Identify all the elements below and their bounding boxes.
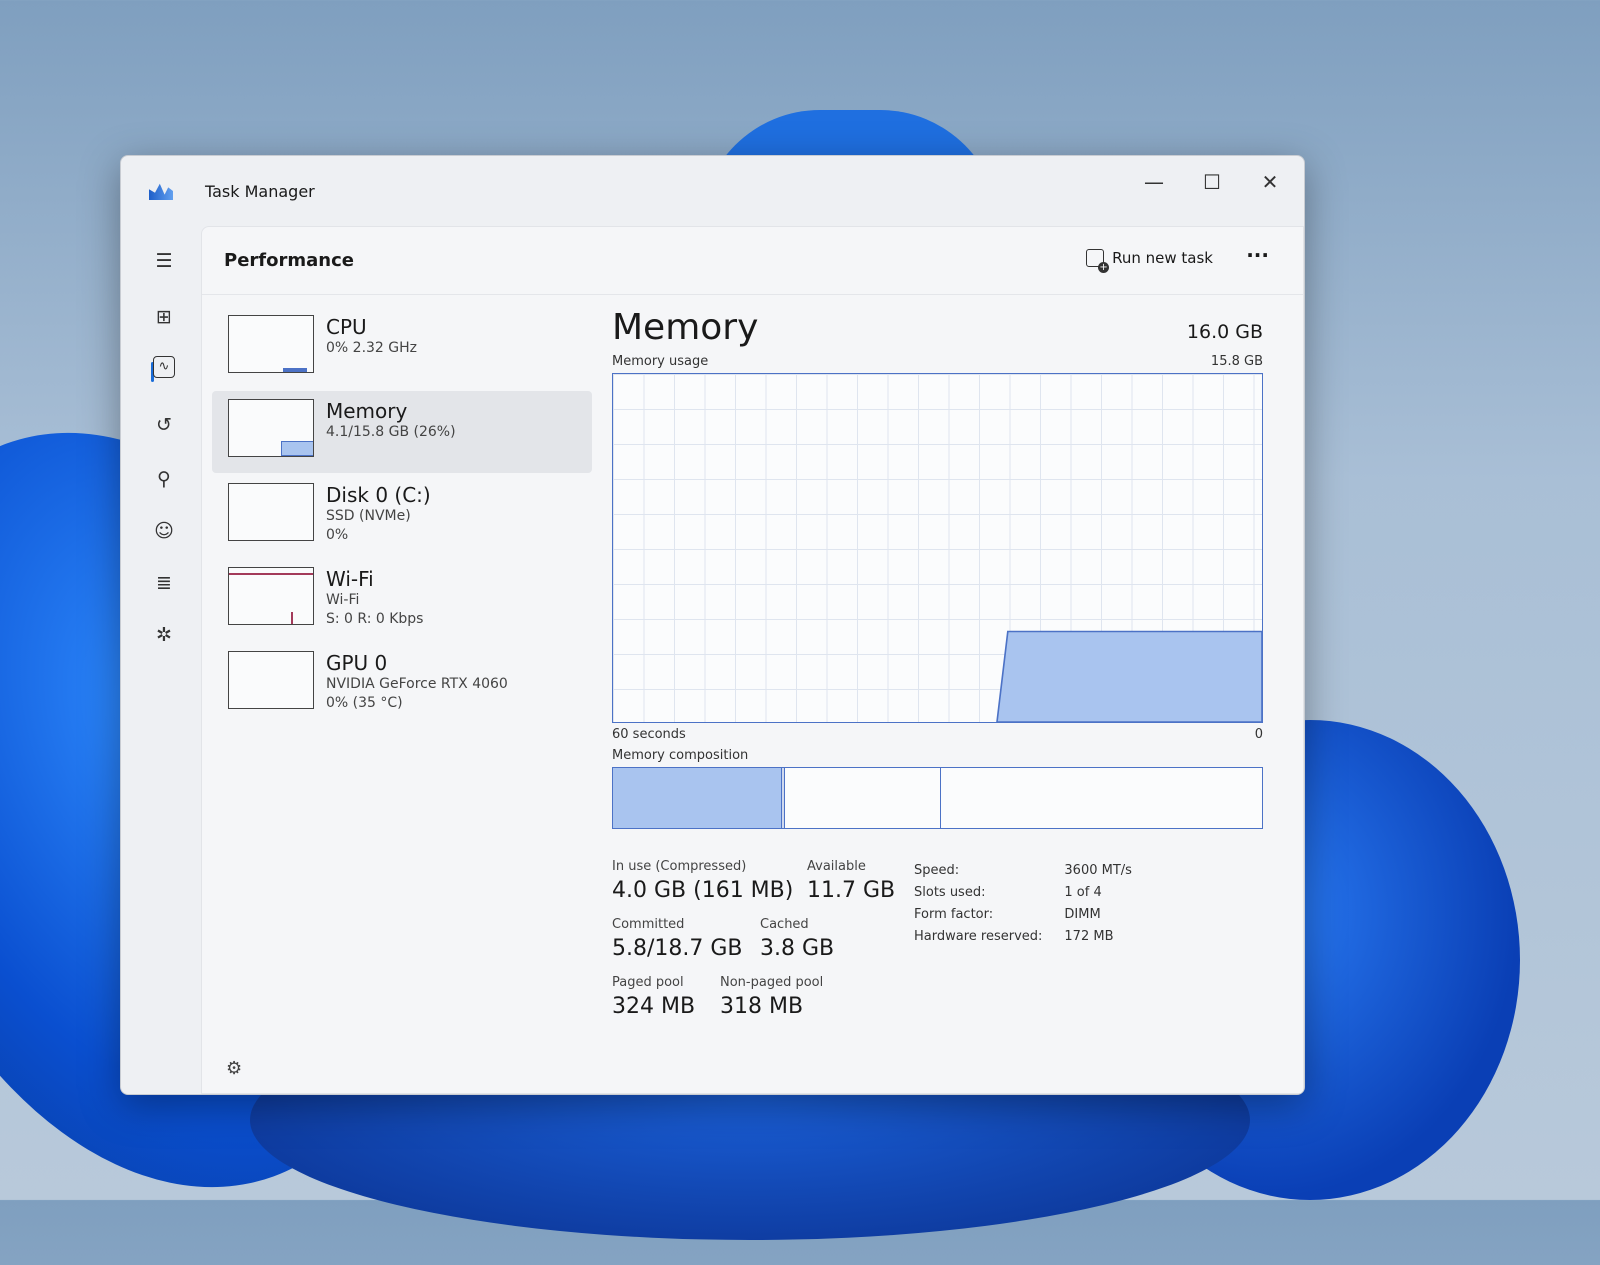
run-new-task-button[interactable]: Run new task [1086, 249, 1213, 273]
speed-label: Speed: [914, 863, 960, 878]
hardware-reserved-value: 172 MB [1064, 929, 1114, 944]
cached-value: 3.8 GB [760, 936, 835, 961]
device-list: CPU 0% 2.32 GHz Memory 4.1/15.8 GB (26%) D… [212, 307, 592, 727]
committed-value: 5.8/18.7 GB [612, 936, 743, 961]
services-icon[interactable]: ✲ [149, 620, 179, 650]
task-manager-icon [149, 183, 173, 200]
available-value: 11.7 GB [807, 878, 896, 903]
hardware-info: Speed: 3600 MT/s Slots used: 1 of 4 Form f… [912, 859, 1154, 949]
device-cpu[interactable]: CPU 0% 2.32 GHz [212, 307, 592, 389]
device-detail: SSD (NVMe) [326, 508, 411, 524]
device-name: Memory [326, 399, 408, 423]
non-paged-pool-label: Non-paged pool [720, 975, 824, 990]
memory-usage-max: 15.8 GB [1210, 354, 1263, 369]
device-detail: Wi-Fi [326, 592, 360, 608]
time-span-label: 60 seconds [612, 727, 686, 742]
task-manager-window: Task Manager — ☐ ✕ ☰ ⊞ ∿ ↺ ⚲ ☺ ≣ ✲ Perfo… [120, 155, 1305, 1095]
run-new-task-label: Run new task [1112, 249, 1213, 267]
non-paged-pool-value: 318 MB [720, 994, 804, 1019]
device-detail: S: 0 R: 0 Kbps [326, 611, 424, 627]
memory-stats: In use (Compressed) 4.0 GB (161 MB) Avail… [612, 859, 1263, 1039]
wifi-thumbnail-graph [228, 567, 314, 625]
form-factor-label: Form factor: [914, 907, 994, 922]
details-icon[interactable]: ≣ [149, 568, 179, 598]
more-options-button[interactable]: ··· [1246, 243, 1269, 267]
paged-pool-label: Paged pool [612, 975, 684, 990]
composition-free[interactable] [941, 768, 1262, 828]
app-history-icon[interactable]: ↺ [149, 410, 179, 440]
memory-title: Memory [612, 307, 759, 348]
slots-value: 1 of 4 [1064, 885, 1102, 900]
available-label: Available [807, 859, 866, 874]
cached-label: Cached [760, 917, 809, 932]
disk-thumbnail-graph [228, 483, 314, 541]
memory-composition-label: Memory composition [612, 748, 749, 763]
title-bar[interactable]: Task Manager — ☐ ✕ [121, 156, 1304, 226]
device-disk[interactable]: Disk 0 (C:) SSD (NVMe) 0% [212, 475, 592, 557]
gpu-thumbnail-graph [228, 651, 314, 709]
nav-rail: ☰ ⊞ ∿ ↺ ⚲ ☺ ≣ ✲ [121, 226, 201, 1094]
startup-icon[interactable]: ⚲ [149, 464, 179, 494]
composition-standby[interactable] [785, 768, 941, 828]
composition-in-use[interactable] [613, 768, 782, 828]
memory-total: 16.0 GB [1186, 321, 1263, 343]
device-detail: 0% 2.32 GHz [326, 340, 418, 356]
device-detail: NVIDIA GeForce RTX 4060 [326, 676, 508, 692]
paged-pool-value: 324 MB [612, 994, 696, 1019]
cpu-thumbnail-graph [228, 315, 314, 373]
hamburger-icon[interactable]: ☰ [149, 246, 179, 276]
device-memory[interactable]: Memory 4.1/15.8 GB (26%) [212, 391, 592, 473]
device-detail: 0% (35 °C) [326, 695, 403, 711]
committed-label: Committed [612, 917, 685, 932]
window-title: Task Manager [205, 181, 315, 201]
in-use-value: 4.0 GB (161 MB) [612, 878, 794, 903]
device-detail: 4.1/15.8 GB (26%) [326, 424, 456, 440]
memory-usage-label: Memory usage [612, 354, 709, 369]
memory-thumbnail-graph [228, 399, 314, 457]
close-button[interactable]: ✕ [1250, 170, 1290, 194]
device-wifi[interactable]: Wi-Fi Wi-Fi S: 0 R: 0 Kbps [212, 559, 592, 641]
device-name: CPU [326, 315, 367, 339]
device-name: Wi-Fi [326, 567, 374, 591]
users-icon[interactable]: ☺ [149, 516, 179, 546]
device-name: Disk 0 (C:) [326, 483, 431, 507]
performance-page: Performance Run new task ··· CPU0% 2.32 … [201, 226, 1304, 1094]
device-gpu[interactable]: GPU 0 NVIDIA GeForce RTX 4060 0% (35 °C) [212, 643, 592, 725]
speed-value: 3600 MT/s [1064, 863, 1132, 878]
memory-detail-panel: Memory 16.0 GB Memory usage 15.8 GB 60 s… [612, 307, 1263, 1039]
in-use-label: In use (Compressed) [612, 859, 747, 874]
hardware-reserved-label: Hardware reserved: [914, 929, 1043, 944]
processes-icon[interactable]: ⊞ [149, 302, 179, 332]
memory-usage-area [996, 630, 1262, 722]
form-factor-value: DIMM [1064, 907, 1101, 922]
memory-composition-bar [612, 767, 1263, 829]
maximize-button[interactable]: ☐ [1192, 170, 1232, 194]
device-detail: 0% [326, 527, 349, 543]
memory-usage-graph [612, 373, 1263, 723]
page-title: Performance [224, 250, 354, 271]
minimize-button[interactable]: — [1134, 170, 1174, 194]
slots-label: Slots used: [914, 885, 986, 900]
run-task-icon [1086, 249, 1110, 273]
time-zero-label: 0 [1254, 727, 1263, 742]
performance-icon[interactable]: ∿ [153, 356, 175, 378]
device-name: GPU 0 [326, 651, 388, 675]
settings-icon[interactable]: ⚙ [226, 1058, 242, 1079]
